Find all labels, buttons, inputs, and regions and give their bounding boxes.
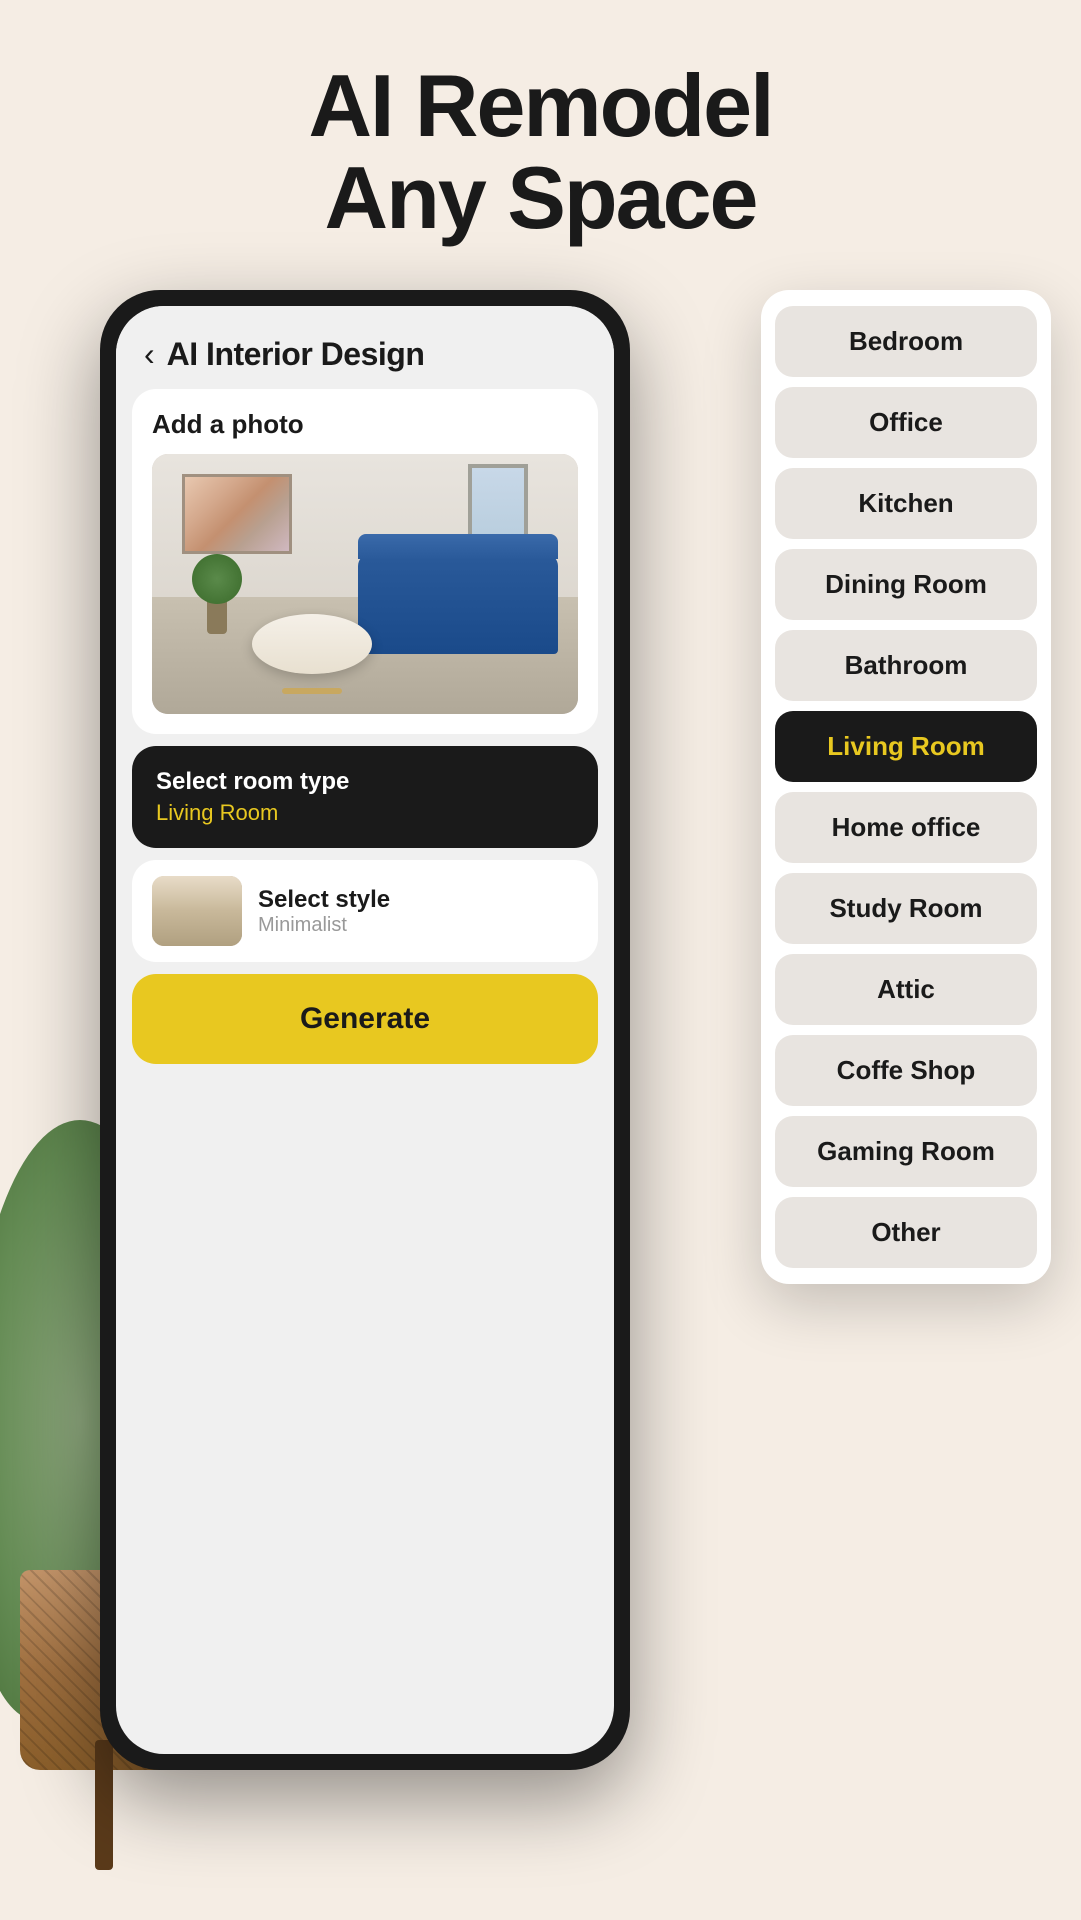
dropdown-item-dining-room[interactable]: Dining Room [775, 549, 1037, 620]
room-table [252, 614, 372, 674]
room-image [152, 454, 578, 714]
dropdown-item-study-room[interactable]: Study Room [775, 873, 1037, 944]
phone-mockup: ‹ AI Interior Design Add a photo Select … [100, 290, 630, 1770]
dropdown-item-kitchen[interactable]: Kitchen [775, 468, 1037, 539]
room-type-label: Select room type [156, 768, 574, 796]
style-thumbnail-inner [152, 876, 242, 946]
dropdown-item-home-office[interactable]: Home office [775, 792, 1037, 863]
headline: AI Remodel Any Space [0, 60, 1081, 245]
room-plant [192, 554, 242, 634]
screen-title: AI Interior Design [167, 336, 425, 373]
style-info: Select style Minimalist [258, 886, 390, 937]
photo-preview[interactable] [152, 454, 578, 714]
back-button[interactable]: ‹ [144, 336, 155, 373]
phone-header: ‹ AI Interior Design [116, 306, 614, 389]
photo-label: Add a photo [152, 409, 578, 440]
photo-section: Add a photo [132, 389, 598, 734]
dropdown-item-office[interactable]: Office [775, 387, 1037, 458]
room-artwork [182, 474, 292, 554]
background-stick [95, 1740, 113, 1870]
dropdown-item-bedroom[interactable]: Bedroom [775, 306, 1037, 377]
dropdown-item-bathroom[interactable]: Bathroom [775, 630, 1037, 701]
dropdown-item-other[interactable]: Other [775, 1197, 1037, 1268]
dropdown-item-living-room[interactable]: Living Room [775, 711, 1037, 782]
page-header: AI Remodel Any Space [0, 60, 1081, 245]
dropdown-item-gaming-room[interactable]: Gaming Room [775, 1116, 1037, 1187]
style-value: Minimalist [258, 914, 390, 937]
dropdown-item-coffe-shop[interactable]: Coffe Shop [775, 1035, 1037, 1106]
room-type-dropdown: Bedroom Office Kitchen Dining Room Bathroom L… [761, 290, 1051, 1284]
style-thumbnail [152, 876, 242, 946]
room-type-value: Living Room [156, 800, 574, 826]
style-section[interactable]: Select style Minimalist [132, 860, 598, 962]
room-sofa [358, 554, 558, 654]
phone-screen: ‹ AI Interior Design Add a photo Select … [116, 306, 614, 1754]
generate-button[interactable]: Generate [132, 974, 598, 1064]
dropdown-item-attic[interactable]: Attic [775, 954, 1037, 1025]
style-label: Select style [258, 886, 390, 914]
room-type-section[interactable]: Select room type Living Room [132, 746, 598, 848]
